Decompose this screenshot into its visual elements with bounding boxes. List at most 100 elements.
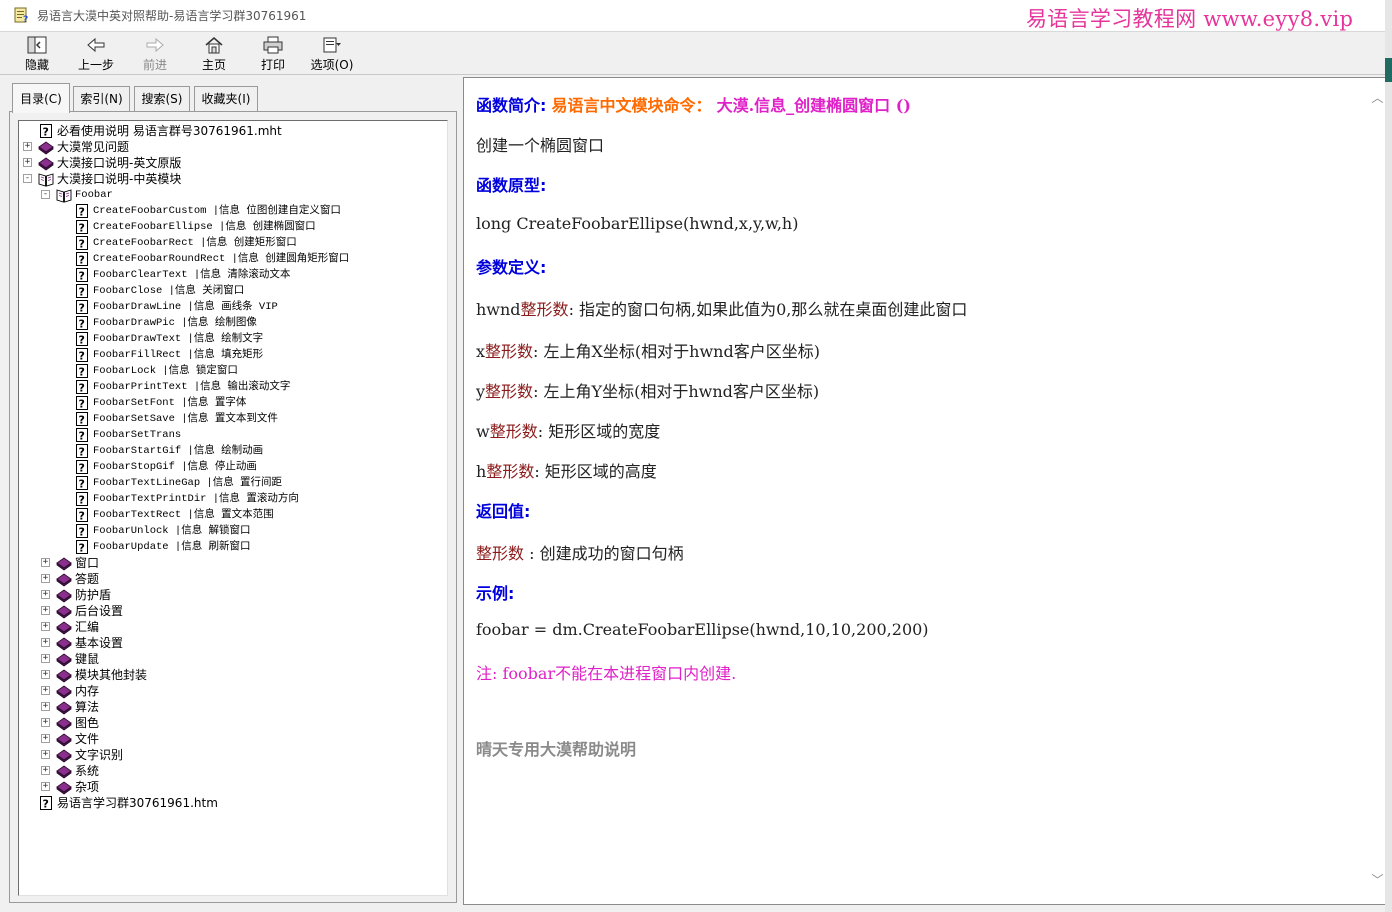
param-row: y整形数: 左上角Y坐标(相对于hwnd客户区坐标) — [476, 378, 819, 402]
expand-icon[interactable]: + — [41, 750, 50, 759]
tree-item-folder[interactable]: + 后台设置 — [19, 603, 439, 619]
tree-item-folder[interactable]: + 汇编 — [19, 619, 439, 635]
tree-item-folder[interactable]: + 系统 — [19, 763, 439, 779]
tree-item-page[interactable]: ? FoobarClose |信息 关闭窗口 — [19, 283, 439, 299]
tree-item-page[interactable]: ? FoobarTextRect |信息 置文本范围 — [19, 507, 439, 523]
tree-item-folder[interactable]: + 答题 — [19, 571, 439, 587]
tree-item-label: FoobarUnlock |信息 解锁窗口 — [93, 525, 251, 537]
expand-icon[interactable]: + — [41, 766, 50, 775]
forward-button[interactable]: 前进 — [127, 34, 183, 72]
expand-icon[interactable]: + — [41, 782, 50, 791]
closed-book-icon — [56, 685, 72, 699]
title-bar[interactable]: ? 易语言大漠中英对照帮助-易语言学习群30761961 易语言学习教程网 ww… — [0, 0, 1385, 32]
tree-item-folder[interactable]: + 模块其他封装 — [19, 667, 439, 683]
collapse-icon[interactable]: - — [41, 190, 50, 199]
home-button[interactable]: 主页 — [186, 34, 242, 72]
tree-item-foobar[interactable]: - Foobar — [19, 187, 439, 203]
tree-item-page[interactable]: ? FoobarDrawLine |信息 画线条 VIP — [19, 299, 439, 315]
tree-item-label: FoobarDrawText |信息 绘制文字 — [93, 333, 264, 345]
tree-item-en-doc[interactable]: + 大漠接口说明-英文原版 — [19, 155, 439, 171]
tab-search[interactable]: 搜索(S) — [134, 86, 190, 112]
tree-item-page[interactable]: ? FoobarFillRect |信息 填充矩形 — [19, 347, 439, 363]
closed-book-icon — [56, 605, 72, 619]
tree-item-page[interactable]: ? CreateFoobarRoundRect |信息 创建圆角矩形窗口 — [19, 251, 439, 267]
tab-favorites[interactable]: 收藏夹(I) — [194, 86, 258, 112]
tree-item-page[interactable]: ? FoobarSetTrans — [19, 427, 439, 443]
vertical-scrollbar[interactable]: ︿ ﹀ — [1369, 78, 1386, 902]
tree-item-page[interactable]: ? FoobarDrawText |信息 绘制文字 — [19, 331, 439, 347]
scroll-down-icon[interactable]: ﹀ — [1371, 874, 1384, 886]
tree-item-group-page[interactable]: ? 易语言学习群30761961.htm — [19, 795, 439, 811]
tree-item-page[interactable]: ? FoobarSetSave |信息 置文本到文件 — [19, 411, 439, 427]
expand-icon[interactable]: + — [23, 158, 32, 167]
tree-item-label: 大漠常见问题 — [57, 140, 130, 154]
tree-item-folder[interactable]: + 防护盾 — [19, 587, 439, 603]
tree-item-folder[interactable]: + 基本设置 — [19, 635, 439, 651]
tree-item-page[interactable]: ? FoobarTextPrintDir |信息 置滚动方向 — [19, 491, 439, 507]
tree-item-folder[interactable]: + 算法 — [19, 699, 439, 715]
tree-item-page[interactable]: ? FoobarSetFont |信息 置字体 — [19, 395, 439, 411]
tree-item-label: FoobarDrawLine |信息 画线条 VIP — [93, 301, 278, 313]
closed-book-icon — [56, 653, 72, 667]
expand-icon[interactable]: + — [41, 622, 50, 631]
tree-item-label: FoobarSetSave |信息 置文本到文件 — [93, 413, 278, 425]
tree-item-page[interactable]: ? FoobarUpdate |信息 刷新窗口 — [19, 539, 439, 555]
expand-icon[interactable]: + — [41, 574, 50, 583]
tree-item-faq[interactable]: + 大漠常见问题 — [19, 139, 439, 155]
expand-icon[interactable]: + — [41, 606, 50, 615]
prototype-heading: 函数原型: — [476, 176, 547, 195]
back-button[interactable]: 上一步 — [68, 34, 124, 72]
tree-item-page[interactable]: ? CreateFoobarEllipse |信息 创建椭圆窗口 — [19, 219, 439, 235]
print-button[interactable]: 打印 — [245, 34, 301, 72]
collapse-icon[interactable]: - — [23, 174, 32, 183]
tree-item-folder[interactable]: + 图色 — [19, 715, 439, 731]
tree-item-cn-doc[interactable]: - 大漠接口说明-中英模块 — [19, 171, 439, 187]
expand-icon[interactable]: + — [41, 686, 50, 695]
tree-item-page[interactable]: ? FoobarUnlock |信息 解锁窗口 — [19, 523, 439, 539]
tree-item-page[interactable]: ? FoobarStopGif |信息 停止动画 — [19, 459, 439, 475]
tree-item-label: FoobarClose |信息 关闭窗口 — [93, 285, 245, 297]
tree-item-readme[interactable]: ? 必看使用说明 易语言群号30761961.mht — [19, 123, 439, 139]
help-window: ? 易语言大漠中英对照帮助-易语言学习群30761961 易语言学习教程网 ww… — [0, 0, 1387, 912]
tab-index[interactable]: 索引(N) — [73, 86, 130, 112]
tree-item-folder[interactable]: + 内存 — [19, 683, 439, 699]
site-watermark: 易语言学习教程网 www.eyy8.vip — [1026, 7, 1354, 31]
tree-item-label: FoobarPrintText |信息 输出滚动文字 — [93, 381, 291, 393]
tree-item-folder[interactable]: + 杂项 — [19, 779, 439, 795]
tree-item-folder[interactable]: + 窗口 — [19, 555, 439, 571]
expand-icon[interactable]: + — [41, 734, 50, 743]
tree-item-page[interactable]: ? FoobarDrawPic |信息 绘制图像 — [19, 315, 439, 331]
param-name: w — [476, 422, 490, 441]
param-type: 整形数 — [520, 300, 569, 319]
status-strip — [0, 906, 1385, 912]
help-page-icon: ? — [76, 476, 88, 491]
expand-icon[interactable]: + — [41, 670, 50, 679]
expand-icon[interactable]: + — [41, 718, 50, 727]
expand-icon[interactable]: + — [41, 638, 50, 647]
tree-item-label: FoobarLock |信息 锁定窗口 — [93, 365, 238, 377]
tree-item-page[interactable]: ? FoobarClearText |信息 清除滚动文本 — [19, 267, 439, 283]
hide-button[interactable]: 隐藏 — [9, 34, 65, 72]
tree-item-page[interactable]: ? FoobarTextLineGap |信息 置行间距 — [19, 475, 439, 491]
contents-tree[interactable]: ? 必看使用说明 易语言群号30761961.mht + 大漠常见问题 + 大漠接口说明-… — [18, 120, 448, 896]
expand-icon[interactable]: + — [41, 702, 50, 711]
help-page-icon: ? — [40, 124, 52, 139]
expand-icon[interactable]: + — [23, 142, 32, 151]
tree-item-page[interactable]: ? FoobarStartGif |信息 绘制动画 — [19, 443, 439, 459]
tree-item-page[interactable]: ? FoobarPrintText |信息 输出滚动文字 — [19, 379, 439, 395]
scroll-up-icon[interactable]: ︿ — [1371, 92, 1384, 104]
tree-item-page[interactable]: ? CreateFoobarCustom |信息 位图创建自定义窗口 — [19, 203, 439, 219]
expand-icon[interactable]: + — [41, 558, 50, 567]
closed-book-icon — [56, 765, 72, 779]
topic-content-pane[interactable]: 函数简介: 易语言中文模块命令： 大漠.信息_创建椭圆窗口 () 创建一个椭圆窗… — [463, 77, 1387, 905]
tree-item-folder[interactable]: + 文字识别 — [19, 747, 439, 763]
tree-item-folder[interactable]: + 键鼠 — [19, 651, 439, 667]
tree-item-page[interactable]: ? FoobarLock |信息 锁定窗口 — [19, 363, 439, 379]
expand-icon[interactable]: + — [41, 654, 50, 663]
expand-icon[interactable]: + — [41, 590, 50, 599]
tree-item-page[interactable]: ? CreateFoobarRect |信息 创建矩形窗口 — [19, 235, 439, 251]
tree-item-folder[interactable]: + 文件 — [19, 731, 439, 747]
options-button[interactable]: 选项(O) — [304, 34, 360, 72]
help-page-icon: ? — [76, 428, 88, 443]
tab-contents[interactable]: 目录(C) — [12, 83, 70, 113]
